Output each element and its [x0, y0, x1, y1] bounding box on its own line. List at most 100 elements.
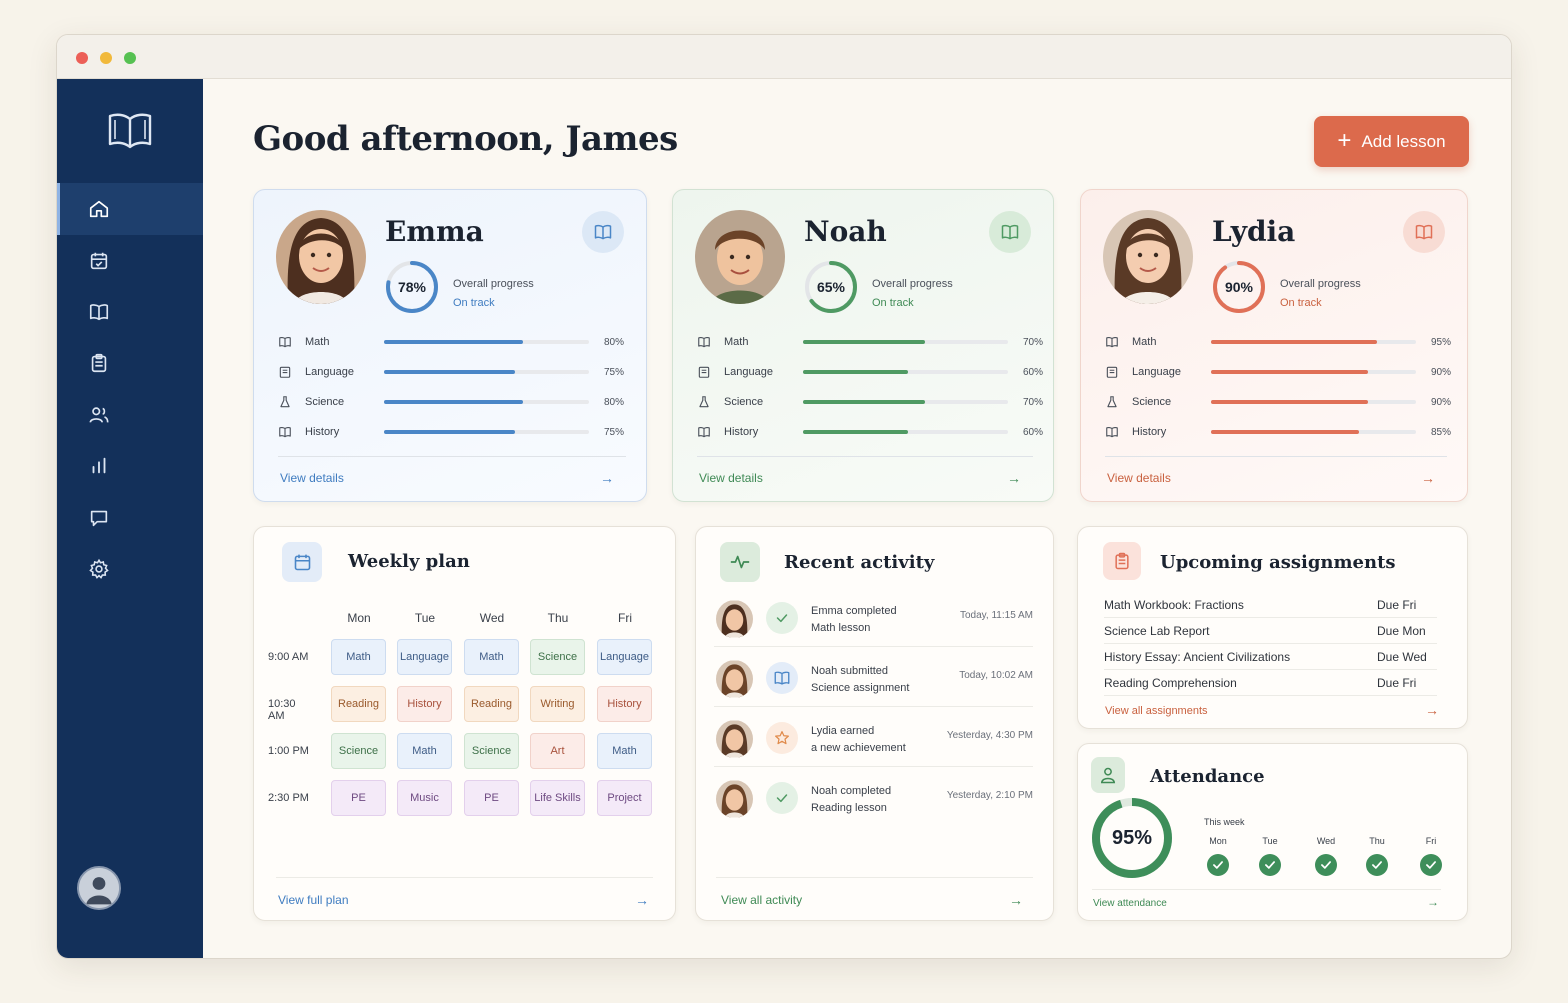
activity-line-1: Noah submitted [811, 665, 889, 677]
nav-calendar[interactable] [57, 235, 203, 287]
status-text: On track [872, 297, 914, 309]
view-details-link[interactable]: View details [699, 471, 763, 485]
plan-cell[interactable]: Math [597, 733, 652, 769]
gear-icon [89, 558, 109, 579]
student-lessons-button[interactable] [1403, 211, 1445, 253]
check-icon [776, 614, 788, 623]
nav-settings[interactable] [57, 543, 203, 595]
arrow-right-icon[interactable]: → [1421, 470, 1435, 486]
activity-item[interactable]: Emma completed Math lesson Today, 11:15 AM [714, 589, 1033, 647]
plan-cell[interactable]: Music [397, 780, 452, 816]
plan-cell[interactable]: Language [597, 639, 652, 675]
maximize-window-button[interactable] [124, 52, 136, 64]
student-lessons-button[interactable] [582, 211, 624, 253]
assignment-row[interactable]: History Essay: Ancient Civilizations Due … [1104, 644, 1437, 670]
student-lessons-button[interactable] [989, 211, 1031, 253]
plan-cell[interactable]: Writing [530, 686, 585, 722]
star-icon [775, 731, 789, 745]
activity-line-1: Noah completed [811, 785, 892, 797]
plan-cell[interactable]: Math [397, 733, 452, 769]
activity-item[interactable]: Lydia earned a new achievement Yesterday, … [714, 709, 1033, 767]
minimize-window-button[interactable] [100, 52, 112, 64]
subject-row-math: Math 95% [1105, 332, 1451, 352]
subject-percent: 70% [1022, 336, 1043, 348]
plan-cell[interactable]: History [397, 686, 452, 722]
plan-cell[interactable]: Reading [331, 686, 386, 722]
arrow-right-icon[interactable]: → [1007, 470, 1021, 486]
plan-cell[interactable]: Math [331, 639, 386, 675]
arrow-right-icon[interactable]: → [1425, 702, 1439, 718]
subject-progress-bar [1211, 370, 1416, 374]
plan-cell[interactable]: PE [331, 780, 386, 816]
view-full-plan-link[interactable]: View full plan [278, 893, 349, 907]
assignment-row[interactable]: Math Workbook: Fractions Due Fri [1104, 592, 1437, 618]
nav-assignments[interactable] [57, 337, 203, 389]
user-avatar-button[interactable] [77, 866, 121, 910]
page-title: Good afternoon, James [253, 119, 678, 159]
plan-cell[interactable]: History [597, 686, 652, 722]
plan-cell[interactable]: Life Skills [530, 780, 585, 816]
arrow-right-icon[interactable]: → [635, 892, 649, 908]
activity-item[interactable]: Noah submitted Science assignment Today, 1… [714, 649, 1033, 707]
nav-messages[interactable] [57, 492, 203, 544]
plan-cell[interactable]: Science [464, 733, 519, 769]
assignment-row[interactable]: Reading Comprehension Due Fri [1104, 670, 1437, 696]
plan-cell[interactable]: Science [331, 733, 386, 769]
subject-progress-bar [803, 400, 1008, 404]
nav-home[interactable] [57, 183, 203, 235]
arrow-right-icon[interactable]: → [1009, 892, 1023, 908]
subject-progress-fill [1211, 340, 1377, 344]
student-photo-emma [276, 210, 366, 304]
student-name: Noah [804, 215, 887, 248]
day-header-wed: Wed [479, 611, 505, 625]
assignment-due: Due Wed [1377, 649, 1427, 664]
arrow-right-icon[interactable]: → [1427, 895, 1439, 909]
history-icon [698, 426, 710, 438]
sidebar [57, 79, 203, 958]
science-icon [280, 396, 290, 408]
nav-students[interactable] [57, 389, 203, 441]
plan-cell[interactable]: Science [530, 639, 585, 675]
plan-cell[interactable]: Art [530, 733, 585, 769]
view-all-assignments-link[interactable]: View all assignments [1105, 705, 1208, 717]
day-header-mon: Mon [347, 611, 371, 625]
plan-cell[interactable]: PE [464, 780, 519, 816]
student-card-emma: Emma 78% Overall progress On track Math 8… [253, 189, 647, 502]
person-icon [1100, 767, 1116, 784]
divider [697, 456, 1033, 457]
subject-row-history: History 75% [278, 422, 624, 442]
science-icon [699, 396, 709, 408]
nav-lessons[interactable] [57, 286, 203, 338]
activity-line-1: Emma completed [811, 605, 897, 617]
subject-name: History [305, 426, 340, 438]
plan-cell[interactable]: Project [597, 780, 652, 816]
time-slot-label: 10:30 AM [268, 698, 296, 722]
subject-progress-fill [803, 430, 908, 434]
nav-reports[interactable] [57, 440, 203, 492]
overall-progress-label: Overall progress [872, 278, 953, 290]
view-attendance-link[interactable]: View attendance [1093, 898, 1167, 909]
assignment-row[interactable]: Science Lab Report Due Mon [1104, 618, 1437, 644]
bar-chart-icon [92, 457, 106, 474]
week-label: This week [1204, 817, 1245, 827]
assignment-due: Due Fri [1377, 675, 1417, 690]
student-avatar [716, 780, 753, 818]
plan-cell[interactable]: Reading [464, 686, 519, 722]
plan-cell[interactable]: Language [397, 639, 452, 675]
view-all-activity-link[interactable]: View all activity [721, 893, 802, 907]
math-icon [279, 336, 291, 348]
close-window-button[interactable] [76, 52, 88, 64]
activity-line-2: Math lesson [811, 622, 871, 634]
attendance-day-mon: Mon [1209, 836, 1227, 846]
view-details-link[interactable]: View details [1107, 471, 1171, 485]
plan-cell[interactable]: Math [464, 639, 519, 675]
subject-name: Science [305, 396, 345, 408]
subject-progress-bar [803, 370, 1008, 374]
assignment-due: Due Mon [1377, 623, 1426, 638]
view-details-link[interactable]: View details [280, 471, 344, 485]
add-lesson-button[interactable]: + Add lesson [1314, 116, 1469, 167]
science-icon [1107, 396, 1117, 408]
language-icon [1106, 366, 1118, 378]
arrow-right-icon[interactable]: → [600, 470, 614, 486]
activity-item[interactable]: Noah completed Reading lesson Yesterday, 2… [714, 769, 1033, 827]
